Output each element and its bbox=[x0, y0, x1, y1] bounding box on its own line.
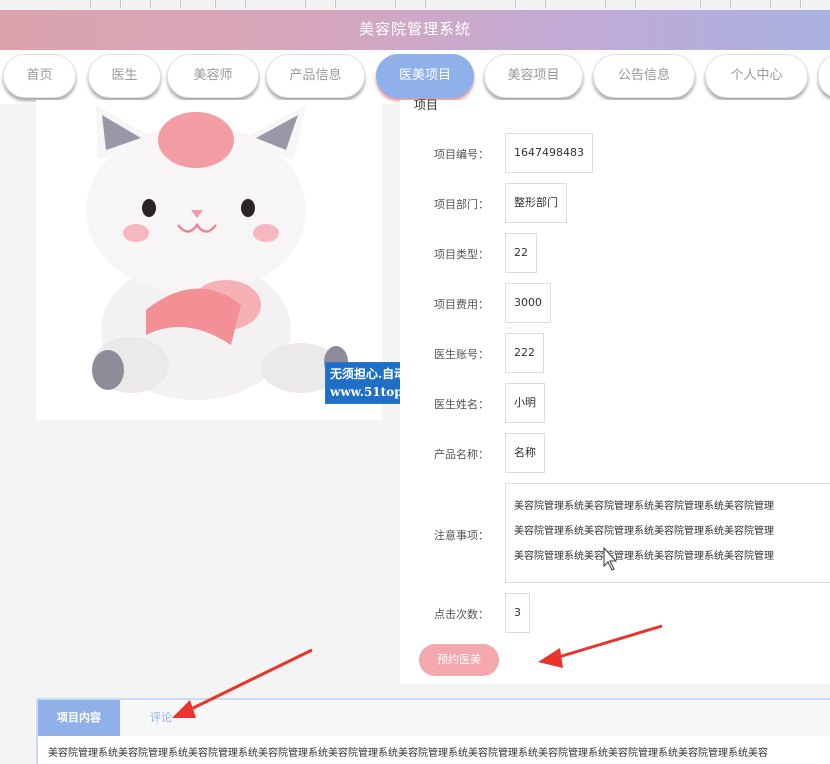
red-arrow-comments bbox=[172, 648, 313, 718]
cursor-icon bbox=[603, 546, 618, 571]
red-arrow-button bbox=[538, 624, 663, 668]
annotation-arrows bbox=[172, 546, 663, 718]
